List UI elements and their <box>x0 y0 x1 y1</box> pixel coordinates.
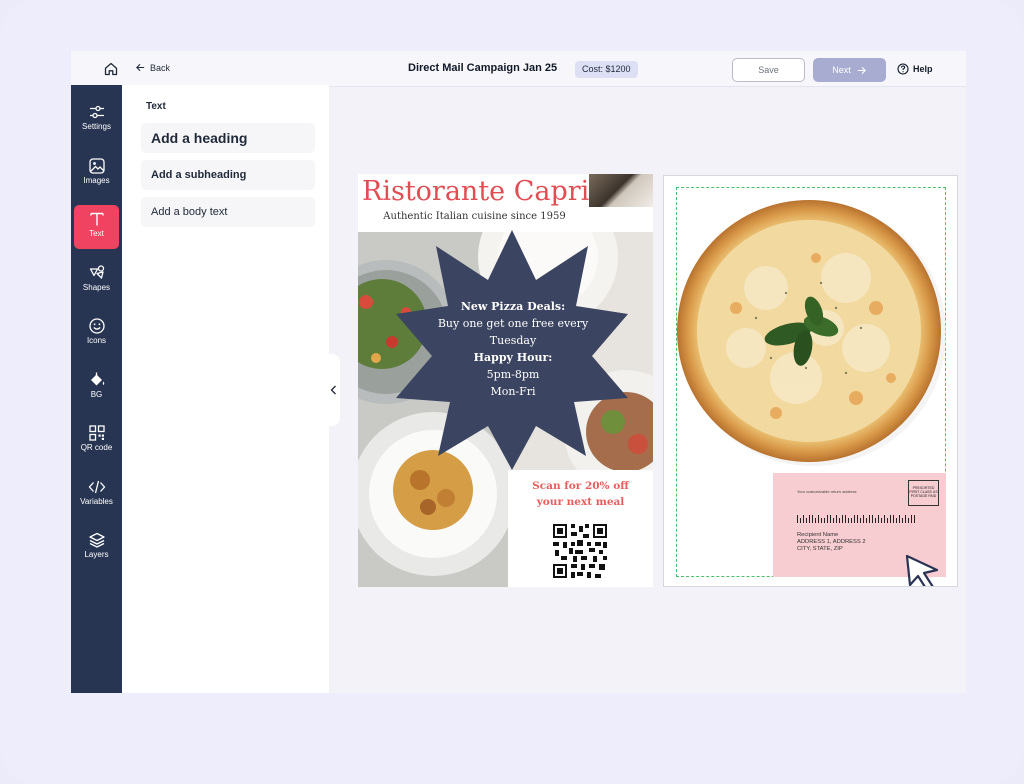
text-icon <box>89 212 104 226</box>
help-icon <box>897 63 909 75</box>
qr-code-icon <box>88 425 105 441</box>
smiley-icon <box>88 318 105 334</box>
return-address: Your customizable return address <box>797 489 857 494</box>
happy-hour-time: 5pm-8pm <box>486 368 540 381</box>
arrow-left-icon <box>136 63 145 72</box>
settings-icon <box>89 105 104 119</box>
tool-icons[interactable]: Icons <box>74 312 119 356</box>
next-button[interactable]: Next <box>813 58 886 82</box>
pizza-image[interactable] <box>676 198 946 466</box>
header-photo[interactable] <box>589 174 653 207</box>
tool-sidebar: Settings Images Text Shapes Icons BG QR … <box>71 85 122 693</box>
tool-shapes[interactable]: Shapes <box>74 259 119 303</box>
editor-app: Back Direct Mail Campaign Jan 25 Cost: $… <box>71 51 966 693</box>
tool-label: Shapes <box>82 283 111 292</box>
happy-hour-title: Happy Hour: <box>473 351 553 364</box>
postcard-back[interactable]: Your customizable return address PRESORT… <box>663 175 958 587</box>
add-heading-option[interactable]: Add a heading <box>141 123 315 153</box>
recipient-address: Recipient Name ADDRESS 1, ADDRESS 2 CITY… <box>797 532 866 553</box>
help-button[interactable]: Help <box>897 63 933 75</box>
tool-label: Text <box>89 229 104 238</box>
tool-label: Settings <box>82 122 111 131</box>
tool-label: Variables <box>80 497 113 506</box>
city-line: CITY, STATE, ZIP <box>797 546 843 552</box>
deal-title: New Pizza Deals: <box>460 300 566 313</box>
recipient-name: Recipient Name <box>797 532 839 538</box>
tool-variables[interactable]: Variables <box>74 473 119 517</box>
layers-icon <box>88 532 105 548</box>
tool-layers[interactable]: Layers <box>74 526 119 570</box>
restaurant-name[interactable]: Ristorante Capri <box>362 176 589 207</box>
promo-line-1: Scan for 20% off <box>532 480 629 492</box>
chevron-left-icon <box>330 385 336 395</box>
deal-line: Buy one get one free every Tuesday <box>437 317 589 347</box>
shapes-icon <box>89 265 104 279</box>
code-icon <box>88 480 105 494</box>
promo-line-2: your next meal <box>536 496 625 508</box>
home-icon[interactable] <box>103 61 119 77</box>
back-button[interactable]: Back <box>135 62 170 73</box>
back-label: Back <box>150 62 171 73</box>
paint-bucket-icon <box>90 372 104 386</box>
next-label: Next <box>832 65 851 75</box>
text-panel: Text Add a heading Add a subheading Add … <box>122 85 329 693</box>
cursor-icon <box>905 554 939 586</box>
add-subheading-option[interactable]: Add a subheading <box>141 160 315 190</box>
tool-label: Images <box>83 176 110 185</box>
tool-images[interactable]: Images <box>74 152 119 196</box>
tool-bg[interactable]: BG <box>74 366 119 410</box>
panel-title: Text <box>146 101 166 112</box>
happy-hour-days: Mon-Fri <box>490 385 536 398</box>
tool-text[interactable]: Text <box>74 205 119 249</box>
tagline[interactable]: Authentic Italian cuisine since 1959 <box>358 211 591 222</box>
tool-label: BG <box>90 390 103 399</box>
campaign-title: Direct Mail Campaign Jan 25 <box>408 62 558 74</box>
qr-code-image[interactable] <box>551 522 609 580</box>
tool-qr-code[interactable]: QR code <box>74 419 119 463</box>
promo-box[interactable]: Scan for 20% off your next meal <box>508 470 653 587</box>
help-label: Help <box>913 64 933 74</box>
barcode-image <box>797 515 915 523</box>
collapse-panel-handle[interactable] <box>327 354 340 426</box>
tool-label: Layers <box>84 550 109 559</box>
tool-settings[interactable]: Settings <box>74 98 119 142</box>
postcard-front[interactable]: Ristorante Capri Authentic Italian cuisi… <box>358 174 653 587</box>
tool-label: Icons <box>86 336 107 345</box>
arrow-right-icon <box>857 66 866 74</box>
save-button[interactable]: Save <box>732 58 805 82</box>
cost-badge: Cost: $1200 <box>575 61 638 78</box>
address-line: ADDRESS 1, ADDRESS 2 <box>797 539 866 545</box>
postage-indicia: PRESORTED FIRST CLASS US POSTAGE PAID <box>908 480 939 506</box>
image-icon <box>88 158 105 174</box>
top-bar: Back Direct Mail Campaign Jan 25 Cost: $… <box>71 51 966 87</box>
promo-text: Scan for 20% off your next meal <box>508 478 653 510</box>
add-body-text-option[interactable]: Add a body text <box>141 197 315 227</box>
deal-text[interactable]: New Pizza Deals: Buy one get one free ev… <box>428 298 598 400</box>
tool-label: QR code <box>80 443 113 452</box>
